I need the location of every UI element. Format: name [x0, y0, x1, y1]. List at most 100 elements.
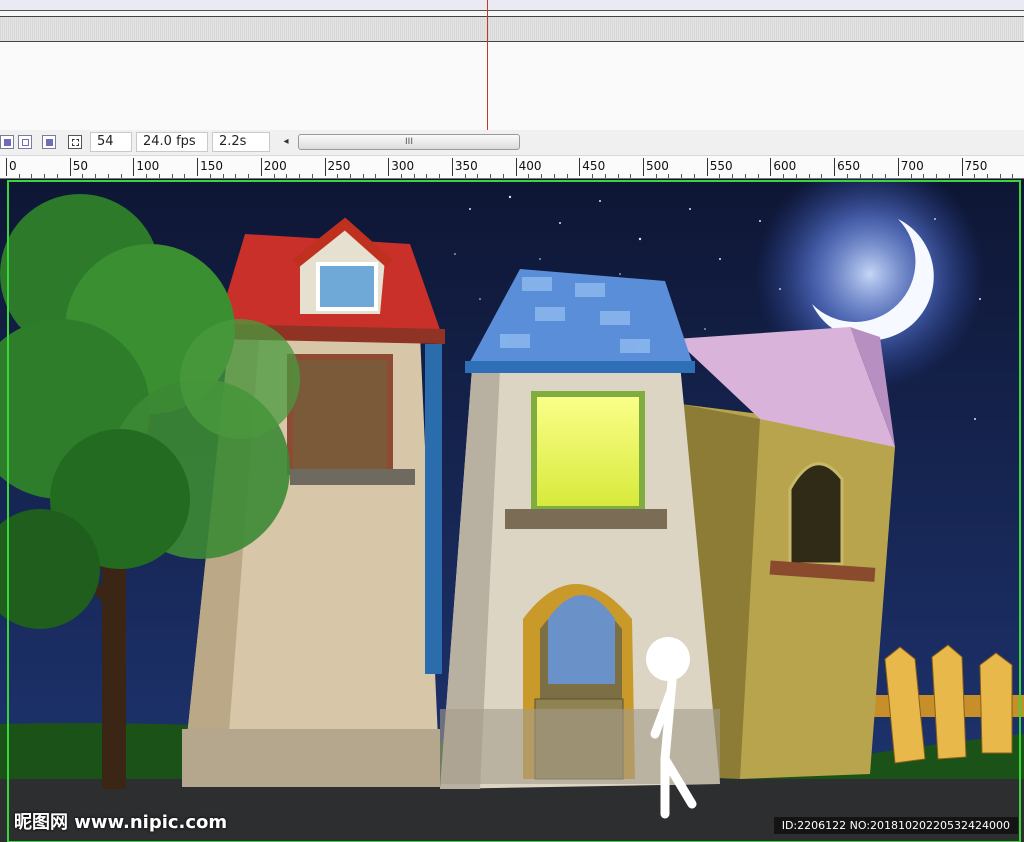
timeline-panel[interactable] [0, 0, 1024, 130]
ruler-minor-tick [553, 174, 555, 178]
ruler-major-tick [324, 158, 326, 176]
ruler-minor-tick [872, 174, 874, 178]
horizontal-ruler: 0 50 100 150 200 250 300 350 400 450 500 550 600 650 7… [0, 156, 1024, 179]
center-frame-icon[interactable] [68, 135, 82, 149]
ruler-label: 400 [518, 159, 542, 173]
ruler-minor-tick [375, 174, 377, 178]
timeline-status-bar: 54 24.0 fps 2.2s ◂ III [0, 130, 1024, 156]
ruler-minor-tick [362, 174, 364, 178]
ruler-major-tick [961, 158, 963, 176]
ruler-label: 200 [263, 159, 287, 173]
ruler-minor-tick [146, 174, 148, 178]
ruler-label: 50 [72, 159, 88, 173]
timeline-header-strip [0, 0, 1024, 11]
ruler-minor-tick [541, 174, 543, 178]
ruler-minor-tick [439, 174, 441, 178]
ruler-minor-tick [999, 174, 1001, 178]
wooden-fence [873, 644, 1024, 764]
ruler-minor-tick [655, 174, 657, 178]
ruler-minor-tick [604, 174, 606, 178]
ruler-label: 150 [200, 159, 223, 173]
ruler-minor-tick [490, 174, 492, 178]
ruler-major-tick [197, 158, 199, 176]
ruler-minor-tick [757, 174, 759, 178]
ruler-major-tick [643, 158, 644, 176]
ruler-minor-tick [923, 174, 925, 178]
ruler-minor-tick [184, 174, 186, 178]
ruler-minor-tick [693, 174, 695, 178]
ruler-label: 700 [900, 159, 924, 173]
edit-multiple-icon[interactable] [42, 135, 56, 149]
ruler-minor-tick [311, 174, 313, 178]
ruler-minor-tick [400, 174, 402, 178]
ruler-minor-tick [846, 174, 848, 178]
ruler-minor-tick [158, 174, 160, 178]
ruler-major-tick [69, 158, 71, 176]
ruler-minor-tick [948, 174, 950, 178]
image-id-watermark: ID:2206122 NO:20181020220532424000 [773, 817, 1018, 834]
frame-onion-icon[interactable] [0, 135, 14, 149]
ruler-minor-tick [95, 174, 97, 178]
ruler-minor-tick [859, 174, 861, 178]
ruler-minor-tick [337, 174, 339, 178]
ruler-minor-tick [464, 174, 466, 178]
ruler-minor-tick [744, 174, 746, 178]
ruler-label: 650 [837, 159, 860, 173]
ruler-minor-tick [171, 174, 173, 178]
ruler-minor-tick [808, 174, 810, 178]
timeline-scroll-thumb[interactable]: III [298, 134, 520, 150]
ruler-label: 600 [773, 159, 797, 173]
ruler-minor-tick [974, 174, 976, 178]
ruler-minor-tick [528, 174, 530, 178]
ruler-minor-tick [502, 174, 504, 178]
ruler-minor-tick [821, 174, 823, 178]
ruler-minor-tick [248, 174, 250, 178]
ruler-minor-tick [477, 174, 479, 178]
ruler-label: 350 [454, 159, 478, 173]
elapsed-time-field[interactable]: 2.2s [212, 132, 270, 152]
ruler-minor-tick [783, 174, 785, 178]
playhead[interactable] [487, 0, 488, 130]
ruler-label: 550 [709, 159, 733, 173]
frame-rate-field[interactable]: 24.0 fps [136, 132, 208, 152]
ruler-minor-tick [222, 174, 224, 178]
ruler-minor-tick [795, 174, 797, 178]
ruler-minor-tick [299, 174, 301, 178]
ruler-minor-tick [56, 174, 58, 178]
timeline-layer-frames[interactable] [0, 16, 1024, 42]
ruler-label: 0 [9, 159, 17, 173]
ruler-minor-tick [1012, 174, 1014, 178]
ruler-major-tick [579, 158, 581, 176]
current-frame-field[interactable]: 54 [90, 132, 132, 152]
ruler-minor-tick [209, 174, 211, 178]
ruler-minor-tick [349, 174, 351, 178]
ruler-minor-tick [592, 174, 594, 178]
ruler-major-tick [706, 158, 708, 176]
ruler-minor-tick [107, 174, 109, 178]
ruler-major-tick [260, 158, 262, 176]
stage-canvas[interactable]: 昵图网 www.nipic.com ID:2206122 NO:20181020… [0, 179, 1024, 842]
scroll-left-arrow[interactable]: ◂ [280, 135, 292, 149]
ruler-minor-tick [986, 174, 988, 178]
ruler-label: 500 [646, 159, 669, 173]
ruler-major-tick [834, 158, 836, 176]
ruler-minor-tick [413, 174, 415, 178]
ruler-major-tick [6, 158, 7, 176]
ruler-label: 300 [391, 159, 415, 173]
middle-house [440, 269, 720, 789]
ruler-major-tick [515, 158, 517, 176]
ruler-minor-tick [426, 174, 428, 178]
ruler-minor-tick [910, 174, 912, 178]
ruler-major-tick [897, 158, 899, 176]
ruler-major-tick [388, 158, 390, 176]
ruler-minor-tick [44, 174, 46, 178]
ruler-minor-tick [617, 174, 619, 178]
onion-outline-icon[interactable] [18, 135, 32, 149]
ruler-minor-tick [668, 174, 670, 178]
ruler-minor-tick [719, 174, 721, 178]
ruler-minor-tick [286, 174, 288, 178]
ruler-label: 250 [327, 159, 351, 173]
ruler-label: 450 [582, 159, 606, 173]
site-logo-watermark: 昵图网 www.nipic.com [14, 812, 228, 833]
ruler-minor-tick [681, 174, 683, 178]
